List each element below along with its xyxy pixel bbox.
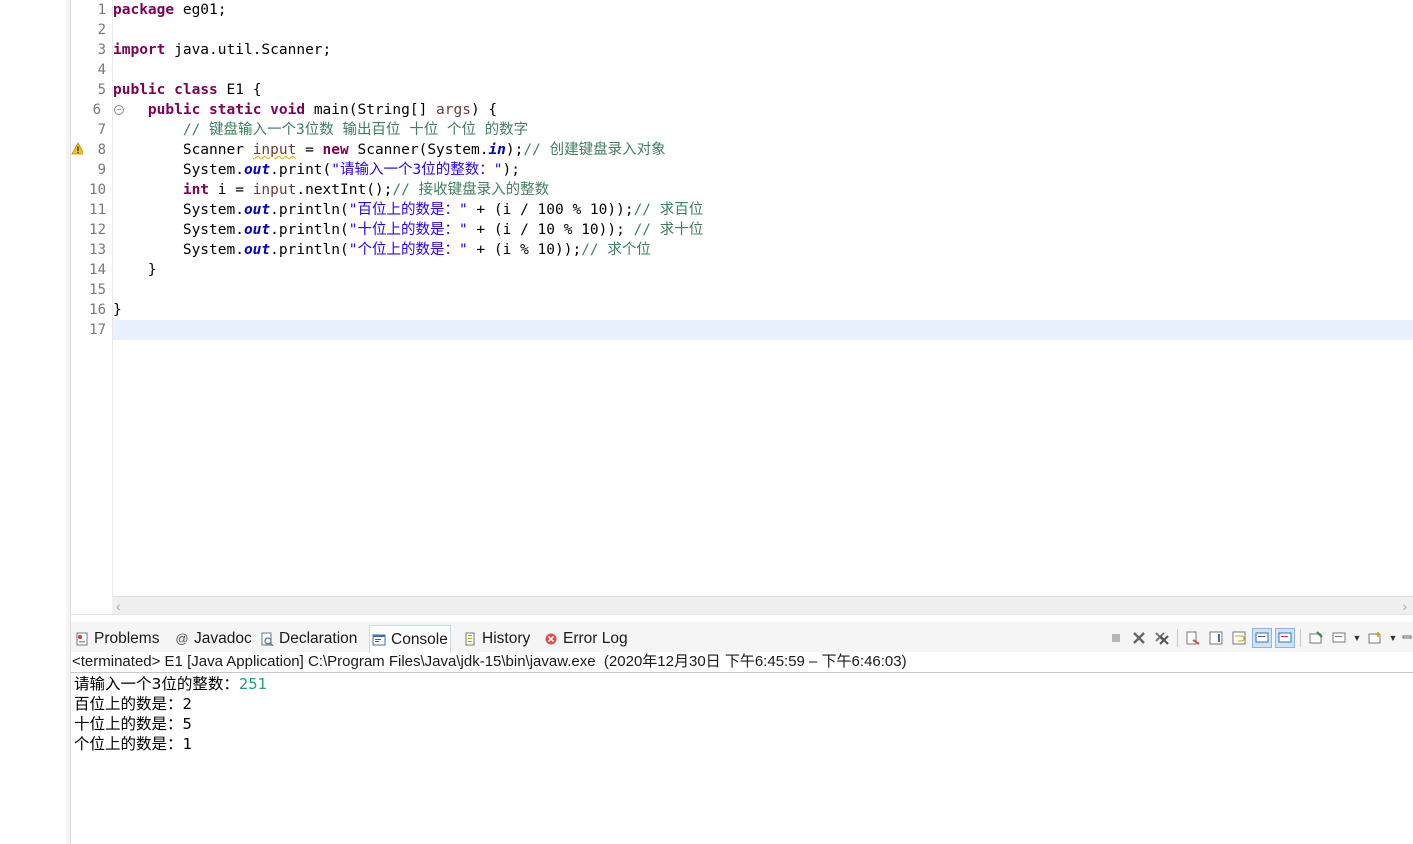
tab-label: Error Log — [563, 630, 628, 647]
tab-declaration[interactable]: Declaration — [258, 628, 359, 650]
minimize-view-button[interactable] — [1401, 628, 1413, 648]
java-editor[interactable]: 1 2 3 4 5 6 7 8 9 10 11 12 13 14 15 16 1… — [71, 0, 1413, 615]
remove-launch-button[interactable] — [1129, 628, 1149, 648]
line-number: 14 — [89, 262, 106, 278]
clear-console-button[interactable] — [1183, 628, 1203, 648]
code-line-7: // 键盘输入一个3位数 输出百位 十位 个位 的数字 — [182, 122, 529, 138]
toolbar-separator — [1300, 629, 1301, 647]
line-number: 9 — [97, 162, 106, 178]
console-process-header: <terminated> E1 [Java Application] C:\Pr… — [71, 652, 1413, 673]
problems-icon — [76, 632, 88, 646]
show-console-stderr-button[interactable] — [1275, 628, 1295, 648]
code-line-16: } — [113, 302, 122, 318]
at-icon: @ — [175, 631, 189, 646]
code-line-5: public class E1 { — [113, 82, 262, 98]
display-console-icon — [1332, 632, 1346, 643]
minimize-icon — [1402, 635, 1412, 639]
line-number: 2 — [97, 22, 106, 38]
code-line-11: System.out.println("百位上的数是：" + (i / 100 … — [182, 202, 704, 218]
remove-all-icon — [1155, 632, 1169, 645]
line-number: 16 — [89, 302, 106, 318]
chevron-down-icon: ▼ — [1352, 633, 1362, 643]
tab-console[interactable]: Console — [369, 625, 451, 653]
scroll-lock-icon — [1209, 631, 1223, 645]
console-stdout-icon — [1255, 632, 1269, 643]
open-console-icon — [1368, 632, 1381, 644]
console-line: 个位上的数是：1 — [74, 735, 192, 753]
tab-label: Javadoc — [194, 630, 252, 647]
display-selected-console-button[interactable] — [1329, 628, 1349, 648]
open-console-dropdown[interactable]: ▼ — [1388, 628, 1398, 648]
tab-label: Declaration — [279, 630, 358, 647]
tab-label: Console — [391, 630, 448, 648]
line-number: 11 — [89, 202, 106, 218]
pin-console-button[interactable] — [1306, 628, 1326, 648]
clear-console-icon — [1186, 631, 1200, 645]
line-number: 17 — [89, 322, 106, 338]
current-line-highlight — [113, 320, 1413, 340]
line-number: 7 — [97, 122, 106, 138]
word-wrap-icon — [1232, 631, 1246, 645]
line-number: 15 — [89, 282, 106, 298]
console-line: 百位上的数是：2 — [74, 695, 192, 713]
code-line-1: package eg01; — [113, 2, 227, 18]
declaration-icon — [261, 632, 274, 646]
line-number: 13 — [89, 242, 106, 258]
code-line-12: System.out.println("十位上的数是：" + (i / 10 %… — [182, 222, 704, 238]
line-number: 3 — [97, 42, 106, 58]
code-line-6: public static void main(String[] args) { — [147, 102, 498, 118]
code-line-14: } — [113, 262, 157, 278]
tab-label: History — [482, 630, 531, 647]
open-console-button[interactable] — [1365, 628, 1385, 648]
scroll-right-icon[interactable]: › — [1402, 597, 1407, 615]
line-number: 12 — [89, 222, 106, 238]
stop-icon — [1112, 634, 1120, 642]
console-line: 十位上的数是：5 — [74, 715, 192, 733]
code-line-10: int i = input.nextInt();// 接收键盘录入的整数 — [182, 182, 550, 198]
console-stderr-icon — [1278, 632, 1292, 643]
line-number: 8 — [97, 142, 106, 158]
console-line: 请输入一个3位的整数：251 — [74, 675, 267, 693]
console-toolbar: ▼ ▼ — [1106, 628, 1413, 648]
line-number: 10 — [89, 182, 106, 198]
pin-icon — [1309, 631, 1323, 644]
left-workbench-area — [0, 0, 67, 844]
word-wrap-button[interactable] — [1229, 628, 1249, 648]
show-console-stdout-button[interactable] — [1252, 628, 1272, 648]
view-tab-bar: Problems @ Javadoc Declaration Console H… — [71, 622, 1413, 653]
terminate-button[interactable] — [1106, 628, 1126, 648]
scroll-lock-button[interactable] — [1206, 628, 1226, 648]
console-output[interactable]: 请输入一个3位的整数：251 百位上的数是：2 十位上的数是：5 个位上的数是：… — [71, 674, 1413, 844]
code-line-9: System.out.print("请输入一个3位的整数："); — [182, 162, 520, 178]
bottom-panel: Problems @ Javadoc Declaration Console H… — [71, 622, 1413, 844]
tab-error-log[interactable]: Error Log — [542, 628, 630, 650]
tab-javadoc[interactable]: @ Javadoc — [173, 628, 254, 650]
horizontal-scrollbar[interactable]: ‹ › — [112, 596, 1413, 615]
error-log-icon — [545, 633, 557, 645]
chevron-down-icon: ▼ — [1388, 633, 1398, 643]
code-line-8: Scanner input = new Scanner(System.in);/… — [182, 142, 666, 158]
code-line-13: System.out.println("个位上的数是：" + (i % 10))… — [182, 242, 651, 258]
tab-problems[interactable]: Problems — [73, 628, 161, 650]
remove-icon — [1133, 632, 1145, 644]
toolbar-separator — [1177, 629, 1178, 647]
tab-history[interactable]: History — [461, 628, 532, 650]
line-number: 6 — [92, 102, 101, 118]
history-icon — [465, 632, 475, 646]
display-console-dropdown[interactable]: ▼ — [1352, 628, 1362, 648]
scroll-left-icon[interactable]: ‹ — [116, 597, 121, 615]
console-icon — [372, 634, 386, 645]
line-number: 4 — [97, 62, 106, 78]
code-line-3: import java.util.Scanner; — [113, 42, 332, 58]
line-number: 1 — [97, 2, 106, 18]
line-number-ruler: 1 2 3 4 5 6 7 8 9 10 11 12 13 14 15 16 1… — [83, 0, 124, 598]
remove-all-terminated-button[interactable] — [1152, 628, 1172, 648]
tab-label: Problems — [94, 630, 160, 647]
line-number: 5 — [97, 82, 106, 98]
